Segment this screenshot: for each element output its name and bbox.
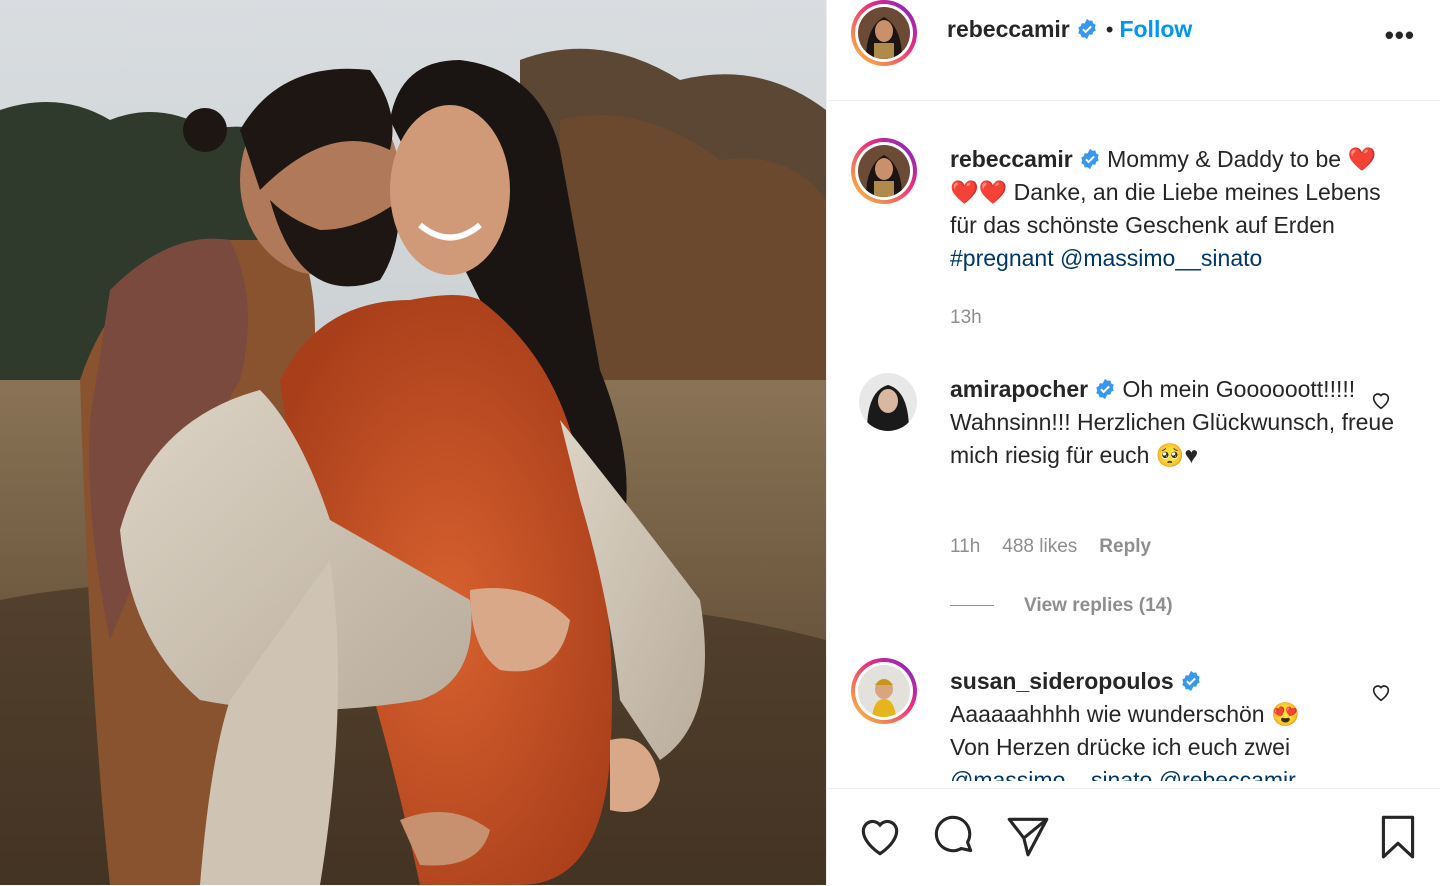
- avatar-photo: [858, 665, 910, 717]
- caption-body-2: Danke, an die Liebe meines Lebens für da…: [950, 179, 1381, 238]
- caption-text: rebeccamir Mommy & Daddy to be ❤️❤️❤️ Da…: [950, 143, 1400, 275]
- heart-eyes-emoji: 😍: [1270, 701, 1300, 727]
- caption-timestamp[interactable]: 13h: [950, 307, 982, 328]
- caption-author-avatar[interactable]: [851, 138, 917, 204]
- heart-icon[interactable]: [855, 811, 905, 861]
- caption-time: 13h: [950, 307, 1004, 329]
- reply-button[interactable]: Reply: [1099, 536, 1151, 557]
- comment-username[interactable]: susan_sideropoulos: [950, 668, 1174, 694]
- comment-mentions[interactable]: @massimo__sinato @rebeccamir: [950, 767, 1296, 781]
- avatar-photo: [858, 7, 910, 59]
- verified-badge-icon: [1078, 18, 1096, 40]
- comment-like-heart-icon[interactable]: [1370, 389, 1392, 411]
- comment-body: Aaaaaahhhh wie wunderschön: [950, 701, 1265, 727]
- post-header: rebeccamir • Follow •••: [827, 0, 1440, 101]
- replies-divider: [950, 605, 994, 607]
- comment-username[interactable]: amirapocher: [950, 376, 1088, 402]
- photo-illustration: [0, 0, 826, 885]
- follow-button[interactable]: Follow: [1119, 16, 1192, 42]
- bookmark-icon[interactable]: [1373, 811, 1423, 861]
- author-avatar[interactable]: [851, 0, 917, 66]
- view-replies-button[interactable]: View replies (14): [950, 595, 1173, 617]
- verified-badge-icon: [1081, 148, 1099, 170]
- comment-time[interactable]: 11h: [950, 536, 980, 557]
- more-options-button[interactable]: •••: [1385, 20, 1415, 51]
- comment-text: amirapocher Oh mein Goooooott!!!!! Wahns…: [950, 373, 1400, 472]
- hashtag-link[interactable]: #pregnant: [950, 245, 1054, 271]
- mention-link[interactable]: @massimo__sinato: [1060, 245, 1262, 271]
- caption-body-1: Mommy & Daddy to be: [1107, 146, 1342, 172]
- share-icon[interactable]: [1003, 811, 1053, 861]
- avatar-photo: [859, 373, 917, 431]
- separator-dot: •: [1105, 17, 1114, 42]
- verified-badge-icon: [1181, 670, 1200, 692]
- action-bar: [827, 788, 1440, 886]
- comment-body-line2: Von Herzen drücke ich euch zwei: [950, 734, 1291, 760]
- author-username[interactable]: rebeccamir: [947, 16, 1070, 42]
- heart-suffix: ♥: [1184, 442, 1199, 468]
- verified-badge-icon: [1096, 378, 1114, 400]
- caption-username[interactable]: rebeccamir: [950, 146, 1073, 172]
- comment-like-heart-icon[interactable]: [1370, 681, 1392, 703]
- commenter-avatar[interactable]: [851, 658, 917, 724]
- comment-text: susan_sideropoulos Aaaaaahhhh wie wunder…: [950, 665, 1420, 781]
- post-panel: rebeccamir • Follow ••• rebeccamir Mommy &…: [826, 0, 1440, 885]
- comment-icon[interactable]: [929, 811, 979, 861]
- comment-meta: 11h 488 likes Reply: [950, 536, 1173, 558]
- pleading-face-emoji: 🥺: [1155, 442, 1185, 468]
- commenter-avatar[interactable]: [859, 373, 917, 431]
- post-photo[interactable]: [0, 0, 826, 885]
- avatar-photo: [858, 145, 910, 197]
- comment-likes[interactable]: 488 likes: [1002, 536, 1077, 557]
- comments-scroll-area[interactable]: rebeccamir Mommy & Daddy to be ❤️❤️❤️ Da…: [827, 101, 1440, 781]
- view-replies-label: View replies (14): [1024, 595, 1173, 616]
- header-meta: rebeccamir • Follow: [947, 16, 1192, 43]
